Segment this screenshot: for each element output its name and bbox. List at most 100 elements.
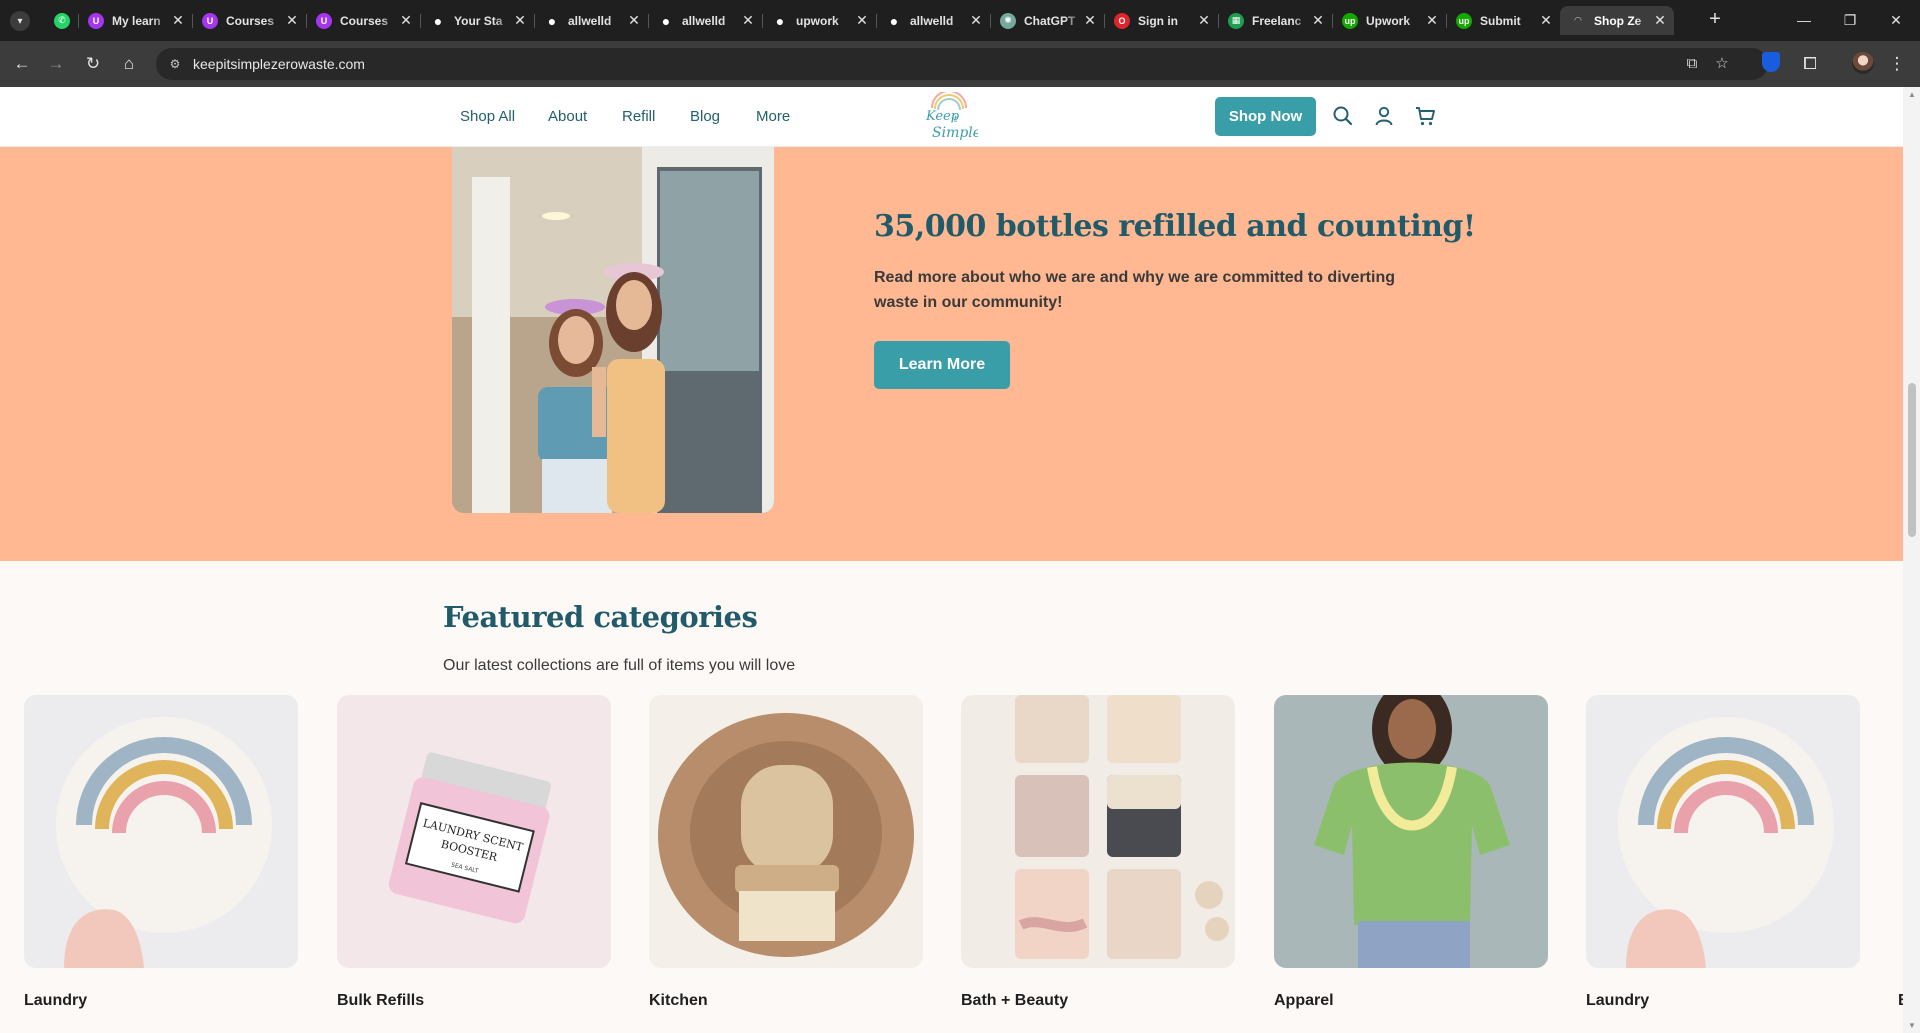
bitwarden-icon[interactable] [1762, 52, 1780, 72]
tab-title: My learn [112, 13, 161, 28]
tab[interactable]: ● upwork ✕ [762, 6, 876, 35]
tab-search-icon[interactable]: ▾ [10, 11, 30, 31]
tab-close-icon[interactable]: ✕ [1538, 12, 1554, 29]
wool-dryer-ball-image[interactable] [1586, 695, 1860, 968]
url-text: keepitsimplezerowaste.com [193, 56, 365, 72]
page-scrollbar[interactable]: ▲ ▼ [1903, 87, 1920, 1033]
scrollbar-thumb[interactable] [1908, 383, 1916, 537]
soap-bars-image[interactable] [961, 695, 1235, 968]
tab[interactable]: U Courses ✕ [306, 6, 420, 35]
tab[interactable]: up Submit ✕ [1446, 6, 1560, 35]
category-card-kitchen[interactable]: Kitchen [649, 695, 923, 1010]
category-label[interactable]: Laundry [1586, 992, 1860, 1010]
new-tab-button[interactable]: + [1704, 8, 1726, 32]
nav-shop-all[interactable]: Shop All [460, 108, 515, 125]
category-card-bath-beauty[interactable]: Bath + Beauty [961, 695, 1235, 1010]
github-icon: ● [889, 12, 899, 29]
learn-more-button[interactable]: Learn More [874, 341, 1010, 389]
account-icon[interactable] [1372, 104, 1396, 128]
scroll-up-icon[interactable]: ▲ [1907, 90, 1917, 99]
tab-close-icon[interactable]: ✕ [854, 12, 870, 29]
category-label[interactable]: Kitchen [649, 992, 923, 1010]
tab-close-icon[interactable]: ✕ [1310, 12, 1326, 29]
green-t-shirt-image[interactable] [1274, 695, 1548, 968]
udemy-icon: U [316, 12, 332, 29]
restore-button[interactable]: ❐ [1828, 8, 1872, 32]
tab-close-icon[interactable]: ✕ [1082, 12, 1098, 29]
tab-title: Your Sta [454, 13, 503, 28]
tab-close-icon[interactable]: ✕ [1652, 12, 1668, 29]
close-window-button[interactable]: ✕ [1874, 8, 1918, 32]
nav-refill[interactable]: Refill [622, 108, 655, 125]
category-card-apparel[interactable]: Apparel [1274, 695, 1548, 1010]
keep-it-simple-logo[interactable]: Keep it Simple [920, 90, 981, 144]
category-label[interactable]: Apparel [1274, 992, 1548, 1010]
nav-about[interactable]: About [548, 108, 587, 125]
category-card-laundry[interactable]: Laundry [1586, 695, 1860, 1010]
tab-title: Courses [340, 13, 389, 28]
tab[interactable]: O Sign in ✕ [1104, 6, 1218, 35]
extensions-icon[interactable]: ⧠ [1798, 52, 1822, 76]
minimize-button[interactable]: — [1782, 8, 1826, 32]
featured-subtitle: Our latest collections are full of items… [443, 657, 796, 674]
tab-title: ChatGPT [1024, 13, 1076, 28]
hero-section: 35,000 bottles refilled and counting! Re… [0, 147, 1903, 561]
tab-close-icon[interactable]: ✕ [1424, 12, 1440, 29]
chatgpt-icon: ✺ [1000, 12, 1016, 29]
logo-text-it: it [951, 115, 958, 125]
team-photo [452, 147, 774, 513]
tab-close-icon[interactable]: ✕ [626, 12, 642, 29]
category-label[interactable]: Bulk Refills [337, 992, 611, 1010]
tab[interactable]: ● allwelld ✕ [876, 6, 990, 35]
tab-close-icon[interactable]: ✕ [512, 12, 528, 29]
nav-more[interactable]: More [756, 108, 790, 125]
install-app-icon[interactable]: ⧉ [1682, 54, 1702, 74]
scent-booster-jar-image[interactable]: LAUNDRY SCENT BOOSTER SEA SALT [337, 695, 611, 968]
tab-close-icon[interactable]: ✕ [398, 12, 414, 29]
tab-close-icon[interactable]: ✕ [170, 12, 186, 29]
github-icon: ● [547, 12, 557, 29]
address-bar[interactable]: ⚙ keepitsimplezerowaste.com ⧉ ☆ [156, 48, 1768, 80]
tab[interactable]: ▦ Freelanc ✕ [1218, 6, 1332, 35]
tab[interactable]: U Courses ✕ [192, 6, 306, 35]
category-label[interactable]: Laundry [24, 992, 298, 1010]
tab[interactable]: ◠ Shop Ze ✕ [1560, 6, 1674, 35]
nav-blog[interactable]: Blog [690, 108, 720, 125]
tab[interactable]: U My learn ✕ [78, 6, 192, 35]
shop-now-button[interactable]: Shop Now [1215, 97, 1316, 136]
tab-close-icon[interactable]: ✕ [284, 12, 300, 29]
home-icon[interactable]: ⌂ [117, 52, 141, 76]
udemy-icon: U [88, 12, 104, 29]
cart-icon[interactable] [1413, 104, 1437, 128]
tab[interactable]: ● Your Sta ✕ [420, 6, 534, 35]
back-icon[interactable]: ← [10, 52, 34, 76]
dish-brush-image[interactable] [649, 695, 923, 968]
tab[interactable]: ✺ ChatGPT ✕ [990, 6, 1104, 35]
tab-title: allwelld [910, 13, 954, 28]
site-header: Shop All About Refill Blog More Keep it … [0, 87, 1903, 147]
profile-avatar[interactable] [1852, 52, 1874, 74]
upwork-icon: up [1342, 12, 1358, 29]
sheets-icon: ▦ [1228, 12, 1244, 29]
tab-close-icon[interactable]: ✕ [740, 12, 756, 29]
category-card-bulk-refills[interactable]: LAUNDRY SCENT BOOSTER SEA SALT Bulk Refi… [337, 695, 611, 1010]
tab[interactable]: up Upwork ✕ [1332, 6, 1446, 35]
bookmark-star-icon[interactable]: ☆ [1712, 54, 1732, 74]
browser-menu-icon[interactable]: ⋮ [1885, 52, 1909, 76]
reload-icon[interactable]: ↻ [81, 52, 105, 76]
tab[interactable]: ✆ [44, 6, 78, 35]
scroll-down-icon[interactable]: ▼ [1907, 1021, 1917, 1030]
category-label[interactable]: Bath + Beauty [961, 992, 1235, 1010]
wool-dryer-ball-image[interactable] [24, 695, 298, 968]
tab[interactable]: ● allwelld ✕ [648, 6, 762, 35]
category-card-laundry[interactable]: Laundry [24, 695, 298, 1010]
search-icon[interactable] [1331, 104, 1355, 128]
forward-icon[interactable]: → [44, 52, 68, 76]
site-info-icon[interactable]: ⚙ [166, 55, 184, 73]
tab-title: Sign in [1138, 13, 1178, 28]
tab-close-icon[interactable]: ✕ [968, 12, 984, 29]
tab-close-icon[interactable]: ✕ [1196, 12, 1212, 29]
opera-icon: O [1114, 12, 1130, 29]
tab[interactable]: ● allwelld ✕ [534, 6, 648, 35]
tab-title: Submit [1480, 13, 1521, 28]
